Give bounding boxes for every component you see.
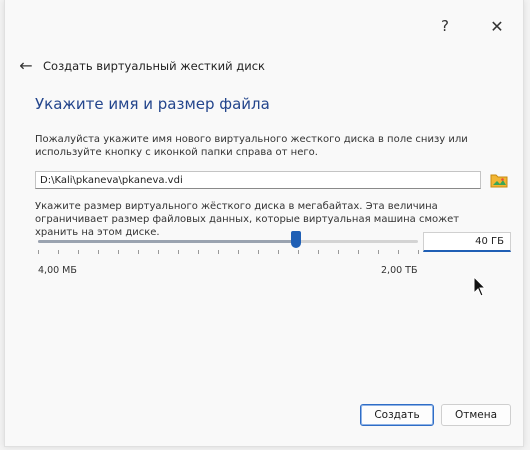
slider-tick bbox=[418, 250, 419, 254]
scale-max-label: 2,00 ТБ bbox=[381, 265, 418, 276]
slider-tick bbox=[258, 250, 259, 254]
back-button[interactable]: ← bbox=[15, 55, 37, 75]
slider-tick bbox=[38, 250, 39, 254]
cancel-button[interactable]: Отмена bbox=[441, 404, 511, 426]
choose-file-button[interactable] bbox=[489, 170, 509, 190]
slider-tick bbox=[178, 250, 179, 254]
file-description: Пожалуйста укажите имя нового виртуально… bbox=[35, 134, 468, 158]
slider-tick bbox=[398, 250, 399, 254]
slider-tick bbox=[218, 250, 219, 254]
slider-tick bbox=[238, 250, 239, 254]
slider-tick bbox=[118, 250, 119, 254]
size-slider-handle[interactable] bbox=[291, 231, 302, 248]
create-button[interactable]: Создать bbox=[360, 404, 434, 426]
mouse-cursor-icon bbox=[473, 276, 487, 297]
slider-tick bbox=[78, 250, 79, 254]
dialog-title: Создать виртуальный жесткий диск bbox=[43, 59, 265, 73]
slider-tick bbox=[158, 250, 159, 254]
size-slider-fill bbox=[38, 240, 297, 243]
slider-tick bbox=[298, 250, 299, 254]
slider-tick bbox=[98, 250, 99, 254]
help-icon: ? bbox=[441, 17, 449, 35]
close-button[interactable]: ✕ bbox=[482, 14, 512, 38]
folder-icon bbox=[490, 174, 508, 188]
slider-tick bbox=[338, 250, 339, 254]
slider-tick bbox=[58, 250, 59, 254]
size-field[interactable]: 40 ГБ bbox=[423, 232, 511, 252]
file-path-field[interactable]: D:\Kali\pkaneva\pkaneva.vdi bbox=[35, 171, 481, 189]
help-button[interactable]: ? bbox=[430, 14, 460, 38]
slider-tick bbox=[378, 250, 379, 254]
slider-tick bbox=[318, 250, 319, 254]
section-title: Укажите имя и размер файла bbox=[35, 95, 270, 113]
slider-tick bbox=[138, 250, 139, 254]
arrow-left-icon: ← bbox=[19, 55, 33, 75]
slider-tick bbox=[198, 250, 199, 254]
scale-min-label: 4,00 МБ bbox=[38, 265, 77, 276]
dialog-window: ? ✕ ← Создать виртуальный жесткий диск У… bbox=[4, 0, 524, 447]
size-slider-track[interactable] bbox=[38, 240, 418, 243]
close-icon: ✕ bbox=[490, 16, 504, 36]
slider-tick bbox=[278, 250, 279, 254]
slider-tick bbox=[358, 250, 359, 254]
